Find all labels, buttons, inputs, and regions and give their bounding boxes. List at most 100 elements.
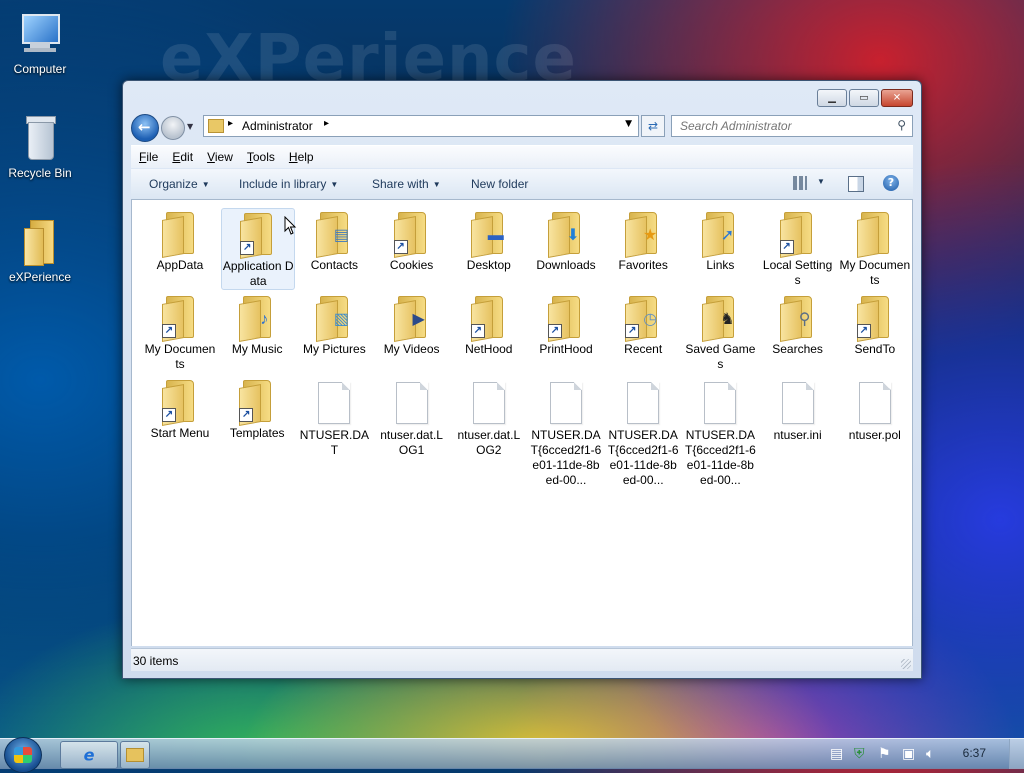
tray-document-icon[interactable]: ▤ (830, 746, 843, 762)
file-item[interactable]: My Documents (839, 208, 911, 288)
file-item[interactable]: ⬇ Downloads (530, 208, 602, 273)
file-item[interactable]: ↗ My Documents (144, 292, 216, 372)
desktop-icon-recycle-bin[interactable]: Recycle Bin (0, 114, 80, 180)
file-item[interactable]: ↗ Templates (221, 376, 293, 441)
folder-icon: ♞ (702, 296, 738, 342)
search-icon[interactable]: ⚲ (897, 118, 906, 132)
user-folder-icon (208, 119, 224, 133)
back-arrow-icon: ← (138, 118, 151, 136)
desktop-icon-computer[interactable]: Computer (0, 10, 80, 76)
file-list: AppData ↗ Application Data ▤ Contacts ↗ Cookie… (131, 200, 913, 646)
menu-view[interactable]: View (207, 150, 233, 164)
clock[interactable]: 6:37 (963, 746, 986, 760)
minimize-button[interactable]: ▁ (817, 89, 847, 107)
file-item-label: ntuser.dat.LOG1 (380, 428, 443, 457)
file-item[interactable]: ♪ My Music (221, 292, 293, 357)
breadcrumb-administrator[interactable]: Administrator (242, 119, 313, 133)
tray-security-icon[interactable]: ⛨ (854, 746, 865, 762)
file-item[interactable]: ↗ SendTo (839, 292, 911, 357)
volume-muted-icon[interactable]: 🔈︎ (926, 746, 934, 762)
maximize-icon: ▭ (859, 92, 869, 104)
folder-overlay-icon: ▬ (487, 227, 504, 244)
new-folder-button[interactable]: New folder (471, 177, 528, 191)
folder-icon: ↗ (240, 213, 276, 259)
back-button[interactable]: ← (131, 114, 159, 142)
include-in-library-button[interactable]: Include in library ▼ (239, 177, 338, 191)
menu-file[interactable]: File (139, 150, 158, 164)
maximize-button[interactable]: ▭ (849, 89, 879, 107)
organize-button[interactable]: Organize ▼ (149, 177, 210, 191)
file-item-label: My Documents (839, 258, 911, 287)
menu-edit[interactable]: Edit (172, 150, 193, 164)
breadcrumb-arrow-icon[interactable]: ▸ (324, 118, 329, 129)
preview-pane-icon[interactable] (848, 176, 864, 192)
folder-icon (856, 212, 893, 258)
file-item[interactable]: ↗ PrintHood (530, 292, 602, 357)
item-count: 30 items (133, 654, 179, 668)
file-item[interactable]: ↗ Local Settings (762, 208, 834, 288)
search-box[interactable]: ⚲ (671, 115, 913, 137)
file-item[interactable]: ▶ My Videos (376, 292, 448, 357)
file-item[interactable]: NTUSER.DAT{6cced2f1-6e01-11de-8bed-00... (684, 376, 756, 488)
file-item[interactable]: NTUSER.DAT{6cced2f1-6e01-11de-8bed-00... (530, 376, 602, 488)
folder-icon: ▤ (316, 212, 352, 258)
shortcut-arrow-icon: ↗ (162, 408, 176, 422)
show-desktop-button[interactable] (1009, 739, 1024, 769)
file-item[interactable]: ↗ Cookies (376, 208, 448, 273)
close-button[interactable]: ✕ (881, 89, 913, 107)
internet-explorer-icon: e (83, 745, 95, 765)
menu-help[interactable]: Help (289, 150, 314, 164)
file-item[interactable]: ▧ My Pictures (298, 292, 370, 357)
file-item[interactable]: ★ Favorites (607, 208, 679, 273)
file-item-label: ntuser.pol (848, 428, 901, 442)
action-center-flag-icon[interactable]: ⚑ (878, 746, 891, 762)
shortcut-arrow-icon: ↗ (548, 324, 562, 338)
taskbar-internet-explorer[interactable]: e (60, 741, 118, 769)
address-dropdown-icon[interactable]: ▼ (625, 119, 632, 129)
search-input[interactable] (678, 116, 882, 136)
file-item-label: Searches (772, 342, 823, 356)
folder-icon: ↗ (470, 296, 507, 342)
refresh-button[interactable]: ⇄ (641, 115, 665, 137)
file-item[interactable]: NTUSER.DAT{6cced2f1-6e01-11de-8bed-00... (607, 376, 679, 488)
file-item[interactable]: ↗ Start Menu (144, 376, 216, 441)
folder-icon: ↗ (856, 296, 893, 342)
resize-grip-icon[interactable] (901, 659, 911, 669)
breadcrumb-arrow-icon[interactable]: ▸ (228, 118, 233, 129)
file-item-label: My Documents (144, 342, 216, 371)
file-item[interactable]: ↗ NetHood (453, 292, 525, 357)
shortcut-arrow-icon: ↗ (162, 324, 176, 338)
file-item[interactable]: ▬ Desktop (453, 208, 525, 273)
file-item[interactable]: ntuser.pol (839, 376, 911, 443)
file-item[interactable]: ◷ ↗ Recent (607, 292, 679, 357)
file-item[interactable]: ➚ Links (684, 208, 756, 273)
file-item[interactable]: ntuser.dat.LOG1 (376, 376, 448, 458)
taskbar-windows-explorer[interactable] (120, 741, 150, 769)
file-item-label: My Pictures (303, 342, 366, 356)
file-item[interactable]: ntuser.ini (762, 376, 834, 443)
chevron-down-icon: ▼ (432, 180, 441, 189)
menu-tools[interactable]: Tools (247, 150, 275, 164)
file-item-label: Start Menu (150, 426, 210, 440)
folder-overlay-icon: ▧ (333, 311, 349, 328)
file-item[interactable]: ▤ Contacts (298, 208, 370, 273)
view-dropdown-icon[interactable]: ▼ (817, 177, 825, 186)
recent-pages-dropdown[interactable]: ▼ (187, 122, 193, 131)
file-item[interactable]: AppData (144, 208, 216, 273)
file-item-label: NTUSER.DAT{6cced2f1-6e01-11de-8bed-00... (530, 428, 602, 487)
help-icon[interactable]: ? (883, 175, 899, 191)
change-view-icon[interactable] (793, 176, 807, 190)
share-with-button[interactable]: Share with ▼ (372, 177, 441, 191)
address-bar[interactable]: ▸ Administrator ▸ ▼ (203, 115, 639, 137)
forward-button[interactable] (161, 116, 185, 140)
file-item[interactable]: ♞ Saved Games (684, 292, 756, 372)
shortcut-arrow-icon: ↗ (625, 324, 640, 338)
desktop-icon-experience[interactable]: eXPerience (0, 218, 80, 284)
file-item-label: Templates (229, 426, 285, 440)
file-item[interactable]: ⚲ Searches (762, 292, 834, 357)
network-icon[interactable]: ▣ (902, 746, 915, 762)
file-item[interactable]: ntuser.dat.LOG2 (453, 376, 525, 458)
file-item[interactable]: NTUSER.DAT (298, 376, 370, 458)
desktop-icon-label: eXPerience (8, 270, 72, 284)
file-item-label: Desktop (466, 258, 511, 272)
